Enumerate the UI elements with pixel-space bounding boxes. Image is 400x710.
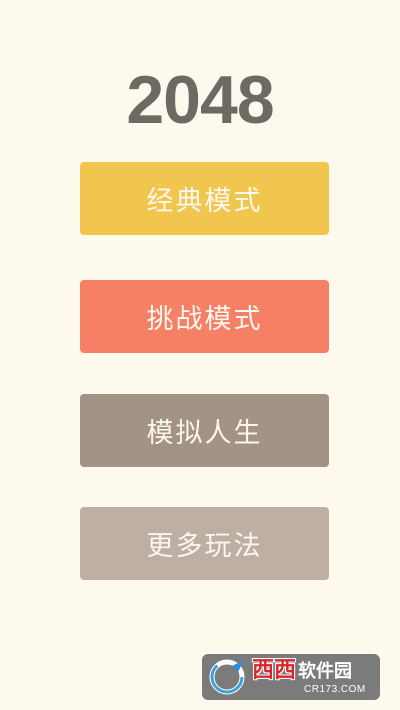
- watermark-brand: 西西: [252, 657, 297, 683]
- more-games-button[interactable]: 更多玩法: [80, 507, 329, 580]
- watermark-domain: CR173.COM: [304, 683, 366, 695]
- watermark-text: 西西 软件园 CR173.COM: [252, 657, 366, 695]
- challenge-mode-button[interactable]: 挑战模式: [80, 280, 329, 353]
- life-sim-button[interactable]: 模拟人生: [80, 394, 329, 467]
- watermark-name: 软件园: [298, 660, 353, 682]
- classic-mode-button[interactable]: 经典模式: [80, 162, 329, 235]
- watermark-logo-icon: [209, 659, 245, 695]
- site-watermark: 西西 软件园 CR173.COM: [202, 654, 380, 700]
- game-title: 2048: [126, 62, 274, 138]
